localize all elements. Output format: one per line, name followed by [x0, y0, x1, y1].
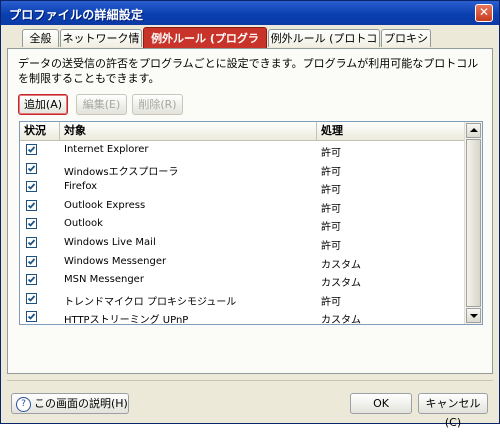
list-row[interactable]: HTTPストリーミング UPnP カスタム: [20, 308, 465, 325]
program-name: MSN Messenger: [64, 274, 144, 286]
program-name: HTTPストリーミング UPnP: [64, 315, 189, 325]
program-name: Firefox: [64, 181, 98, 193]
program-action: カスタム: [321, 259, 361, 271]
program-action: 許可: [321, 148, 341, 159]
list-row[interactable]: Windowsエクスプローラ 許可: [20, 160, 465, 179]
checkmark-icon: [27, 295, 36, 302]
list-row[interactable]: トレンドマイクロ プロキシモジュール 許可: [20, 290, 465, 309]
checkmark-icon: [27, 220, 36, 228]
program-action: 許可: [321, 185, 341, 197]
help-icon: ?: [16, 397, 31, 412]
enabled-checkbox[interactable]: [26, 292, 37, 304]
tab-proxy[interactable]: プロキシ: [381, 29, 431, 47]
enabled-checkbox[interactable]: [26, 237, 37, 248]
checkmark-icon: [27, 313, 36, 321]
program-name: Windows Messenger: [64, 255, 167, 267]
list-header: 状況 対象 処理: [20, 122, 465, 141]
program-name: Outlook: [64, 218, 103, 230]
program-name: Internet Explorer: [64, 144, 149, 155]
list-row[interactable]: MSN Messenger カスタム: [20, 271, 465, 290]
close-icon: ✕: [478, 5, 490, 19]
add-button[interactable]: 追加(A): [18, 94, 68, 115]
tab-program-rules[interactable]: 例外ルール (プログラム): [143, 27, 267, 67]
enabled-checkbox[interactable]: [26, 162, 37, 174]
ok-button[interactable]: OK: [350, 393, 412, 414]
checkmark-icon: [27, 276, 36, 283]
enabled-checkbox[interactable]: [26, 218, 37, 230]
list-row[interactable]: Outlook Express 許可: [20, 197, 465, 216]
tab-network-info[interactable]: ネットワーク情報: [60, 29, 142, 63]
program-action: 許可: [321, 203, 341, 215]
checkmark-icon: [27, 183, 36, 190]
scroll-up-button[interactable]: [466, 123, 481, 138]
vertical-scrollbar[interactable]: [464, 122, 482, 324]
program-action: 許可: [321, 222, 341, 234]
window-title: プロファイルの詳細設定: [9, 8, 144, 22]
help-button-label: この画面の説明(H): [34, 397, 128, 410]
enabled-checkbox[interactable]: [26, 181, 37, 193]
column-target[interactable]: 対象: [60, 122, 317, 140]
enabled-checkbox[interactable]: [26, 311, 37, 323]
program-name: Windows Live Mail: [64, 237, 156, 248]
tab-general[interactable]: 全般: [22, 29, 59, 47]
scroll-thumb[interactable]: [466, 139, 481, 307]
checkmark-icon: [27, 146, 36, 153]
program-action: 許可: [321, 296, 341, 308]
program-action: 許可: [321, 241, 341, 252]
program-rules-panel: データの送受信の許否をプログラムごとに設定できます。プログラムが利用可能なプロト…: [7, 48, 493, 374]
arrow-up-icon: [470, 128, 478, 132]
program-action: カスタム: [321, 315, 361, 325]
close-button[interactable]: ✕: [475, 4, 493, 22]
program-name: トレンドマイクロ プロキシモジュール: [64, 296, 237, 308]
checkmark-icon: [27, 164, 36, 172]
program-action: 許可: [321, 166, 341, 178]
enabled-checkbox[interactable]: [26, 255, 37, 267]
tab-protocol-rules[interactable]: 例外ルール (プロトコル): [268, 29, 380, 63]
help-button[interactable]: ? この画面の説明(H): [11, 393, 129, 414]
list-row[interactable]: Windows Live Mail 許可: [20, 234, 465, 253]
checkmark-icon: [27, 202, 36, 209]
description-text: データの送受信の許否をプログラムごとに設定できます。プログラムが利用可能なプロト…: [18, 57, 479, 85]
list-row[interactable]: Internet Explorer 許可: [20, 141, 465, 160]
enabled-checkbox[interactable]: [26, 274, 37, 286]
list-row[interactable]: Firefox 許可: [20, 178, 465, 197]
program-name: Windowsエクスプローラ: [64, 166, 179, 178]
checkmark-icon: [27, 239, 36, 246]
enabled-checkbox[interactable]: [26, 199, 37, 211]
list-row[interactable]: Outlook 許可: [20, 215, 465, 234]
separator: [7, 380, 493, 381]
delete-button[interactable]: 削除(R): [132, 94, 183, 115]
scroll-down-button[interactable]: [466, 308, 481, 323]
arrow-down-icon: [470, 314, 478, 318]
list-row[interactable]: Windows Messenger カスタム: [20, 253, 465, 272]
program-name: Outlook Express: [64, 199, 146, 211]
enabled-checkbox[interactable]: [26, 144, 37, 155]
program-rules-list[interactable]: 状況 対象 処理 Internet Explorer 許可 Windowsエクスプロ…: [19, 121, 483, 325]
edit-button[interactable]: 編集(E): [76, 94, 127, 115]
checkmark-icon: [27, 257, 36, 265]
title-bar[interactable]: プロファイルの詳細設定 ✕: [1, 1, 499, 25]
cancel-button[interactable]: キャンセル(C): [418, 393, 488, 429]
column-action[interactable]: 処理: [317, 122, 465, 140]
program-action: カスタム: [321, 278, 361, 290]
profile-settings-dialog: プロファイルの詳細設定 ✕ 全般 ネットワーク情報 例外ルール (プログラム) …: [0, 0, 500, 429]
column-status[interactable]: 状況: [20, 122, 60, 140]
